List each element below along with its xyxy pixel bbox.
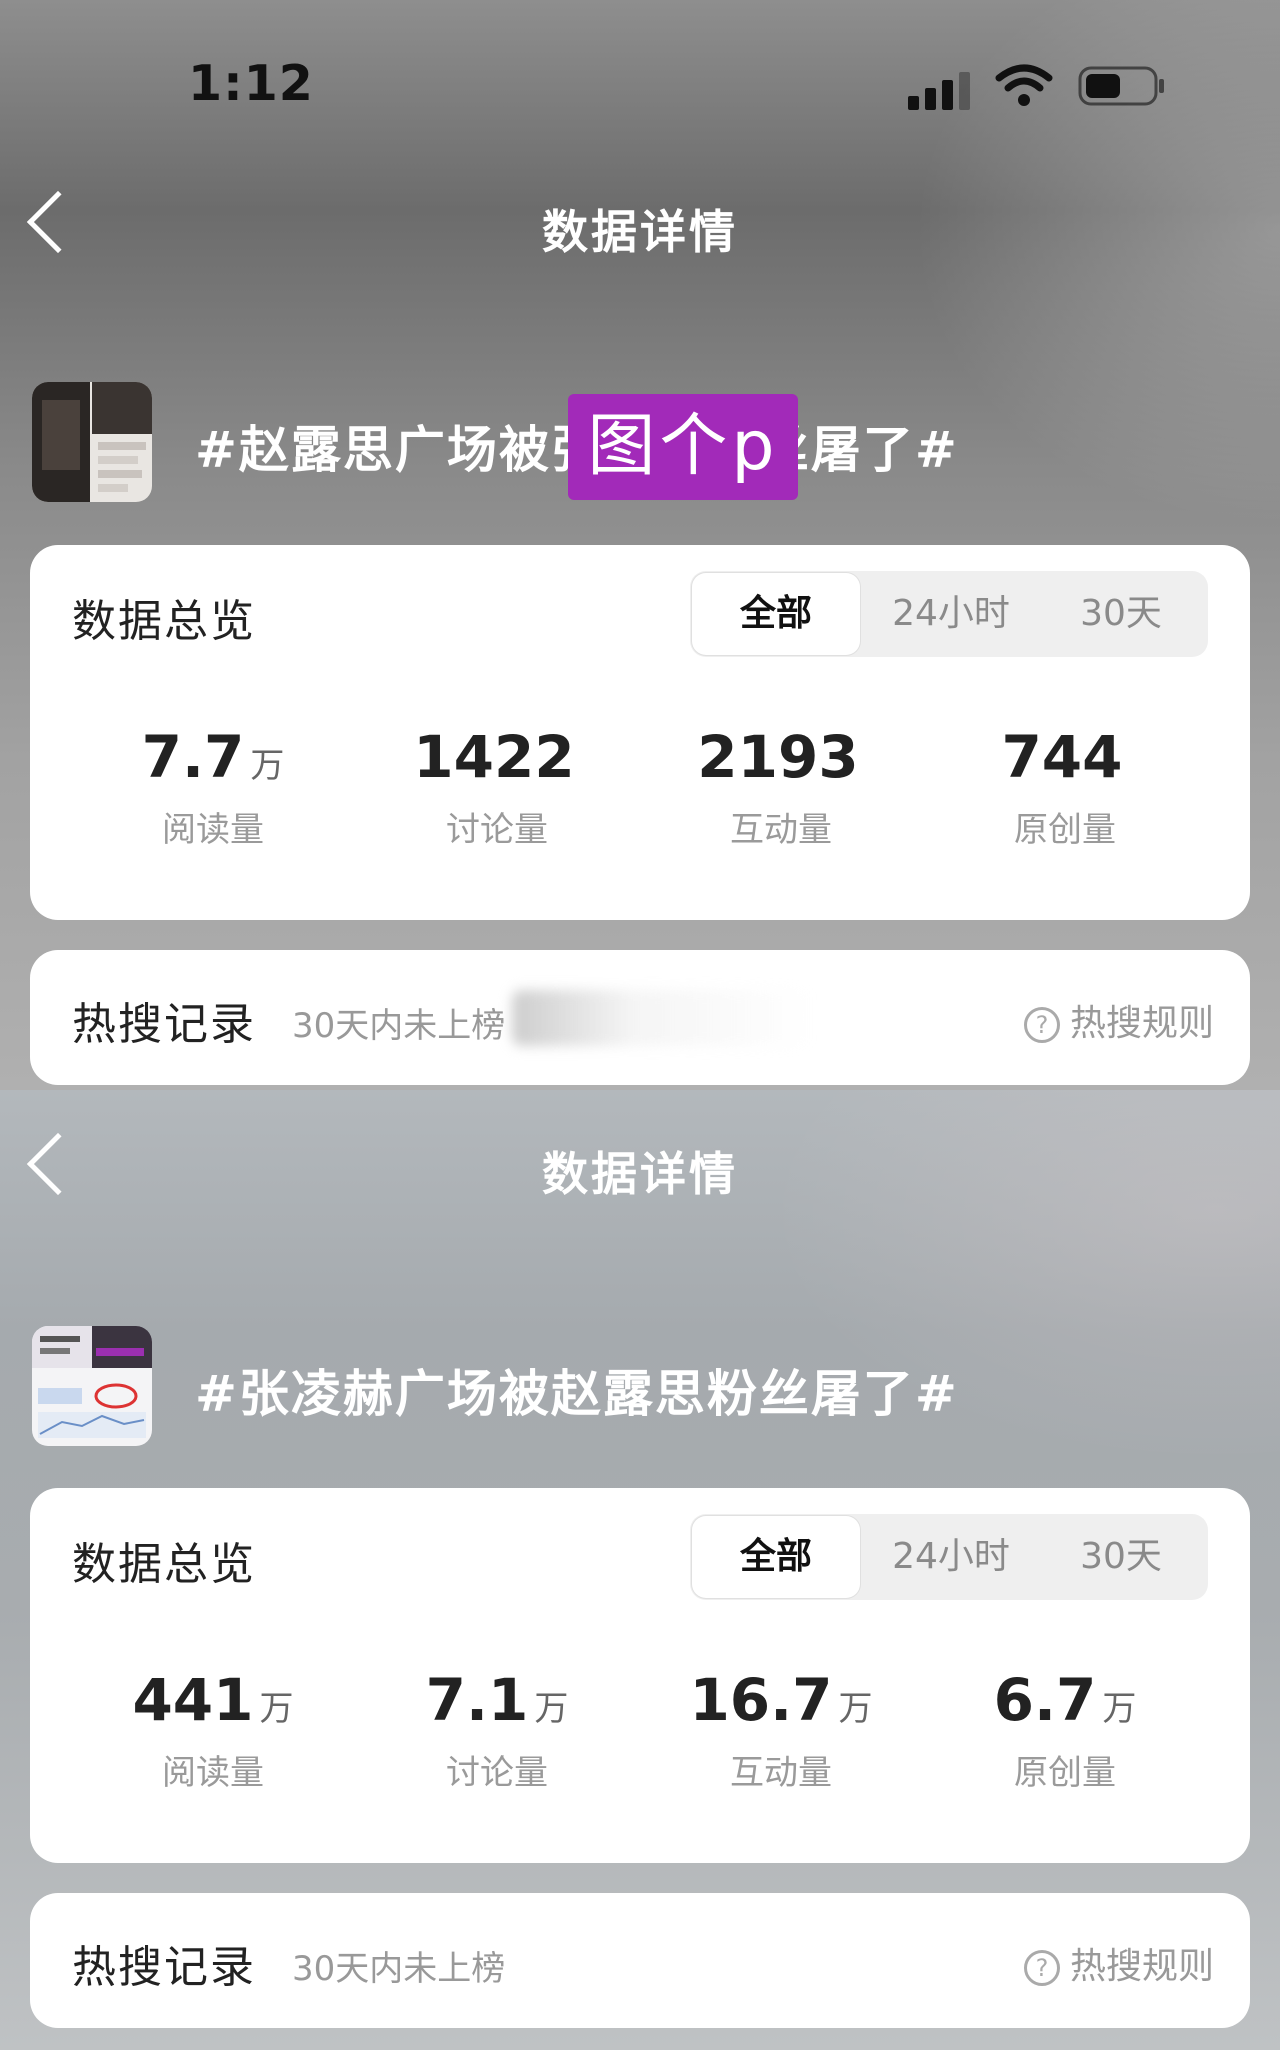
hot-search-status: 30天内未上榜 [292, 1949, 506, 1989]
hot-search-status: 30天内未上榜 [292, 1006, 506, 1046]
stat-interactions: 2193 互动量 [641, 725, 921, 851]
hot-search-rules-link[interactable]: ? 热搜规则 [1023, 1937, 1214, 1989]
tab-30d[interactable]: 30天 [1036, 571, 1206, 657]
tab-all[interactable]: 全部 [692, 573, 860, 655]
stat-value: 744 [1001, 723, 1123, 791]
time-range-tabs: 全部 24小时 30天 [690, 1514, 1208, 1600]
stat-reads: 441 万 阅读量 [73, 1668, 353, 1794]
data-overview-card: 数据总览 全部 24小时 30天 7.7 万 阅读量 1422 讨论量 2193 … [30, 545, 1250, 920]
stat-originals: 6.7 万 原创量 [925, 1668, 1205, 1794]
stat-label: 互动量 [730, 1753, 832, 1793]
back-chevron-icon[interactable] [26, 190, 90, 254]
stat-unit: 万 [1102, 1689, 1137, 1729]
hot-search-rules-link[interactable]: ? 热搜规则 [1023, 994, 1214, 1046]
screenshot-bottom: 数据详情 #张凌赫广场被赵露思粉丝屠了# 数据总览 全部 24小时 30天 44… [0, 1090, 1280, 2050]
overlay-sticker-label: 图个p [568, 394, 798, 500]
stat-interactions: 16.7 万 互动量 [641, 1668, 921, 1794]
stat-value: 6.7 [993, 1666, 1097, 1734]
blur-smudge [512, 990, 812, 1046]
help-circle-icon: ? [1023, 1007, 1060, 1043]
stat-label: 互动量 [730, 810, 832, 850]
tab-24h[interactable]: 24小时 [866, 571, 1036, 657]
stat-label: 讨论量 [446, 810, 548, 850]
stat-unit: 万 [259, 1689, 294, 1729]
hot-search-rules-label: 热搜规则 [1069, 1003, 1214, 1044]
data-overview-card: 数据总览 全部 24小时 30天 441 万 阅读量 7.1 万 讨论量 16.7 万… [30, 1488, 1250, 1863]
stat-label: 阅读量 [162, 810, 264, 850]
status-time: 1:12 [188, 55, 314, 112]
hot-search-title: 热搜记录 [72, 999, 256, 1050]
topic-thumbnail[interactable] [32, 1326, 152, 1446]
stat-originals: 744 原创量 [925, 725, 1205, 851]
stat-value: 7.1 [425, 1666, 529, 1734]
battery-icon [1078, 66, 1164, 106]
stat-label: 原创量 [1014, 1753, 1116, 1793]
stat-value: 7.7 [141, 723, 245, 791]
overview-title: 数据总览 [72, 1539, 256, 1590]
hot-search-title: 热搜记录 [72, 1942, 256, 1993]
stat-value: 441 [132, 1666, 254, 1734]
tab-30d[interactable]: 30天 [1036, 1514, 1206, 1600]
cellular-signal-icon [908, 70, 974, 110]
time-range-tabs: 全部 24小时 30天 [690, 571, 1208, 657]
back-chevron-icon[interactable] [26, 1132, 90, 1196]
hot-search-rules-label: 热搜规则 [1069, 1946, 1214, 1987]
stat-discussions: 1422 讨论量 [357, 725, 637, 851]
stat-unit: 万 [838, 1689, 873, 1729]
topic-thumbnail[interactable] [32, 382, 152, 502]
stat-label: 讨论量 [446, 1753, 548, 1793]
tab-all[interactable]: 全部 [692, 1516, 860, 1598]
status-bar: 1:12 [0, 0, 1280, 150]
stat-unit: 万 [534, 1689, 569, 1729]
stat-label: 原创量 [1014, 810, 1116, 850]
stat-unit: 万 [250, 746, 285, 786]
stat-reads: 7.7 万 阅读量 [73, 725, 353, 851]
topic-title: #张凌赫广场被赵露思粉丝屠了# [195, 1365, 959, 1423]
page-title: 数据详情 [542, 205, 738, 259]
hot-search-card: 热搜记录 30天内未上榜 ? 热搜规则 [30, 950, 1250, 1085]
overview-title: 数据总览 [72, 596, 256, 647]
tab-24h[interactable]: 24小时 [866, 1514, 1036, 1600]
stat-discussions: 7.1 万 讨论量 [357, 1668, 637, 1794]
help-circle-icon: ? [1023, 1950, 1060, 1986]
stat-value: 16.7 [689, 1666, 833, 1734]
hot-search-card: 热搜记录 30天内未上榜 ? 热搜规则 [30, 1893, 1250, 2028]
screenshot-top: 1:12 数据详情 #赵露思广场被张凌赫粉丝屠了# 图个 [0, 0, 1280, 1090]
page-title: 数据详情 [542, 1147, 738, 1201]
wifi-icon [995, 64, 1053, 106]
stat-value: 1422 [413, 723, 575, 791]
stat-value: 2193 [697, 723, 859, 791]
stat-label: 阅读量 [162, 1753, 264, 1793]
